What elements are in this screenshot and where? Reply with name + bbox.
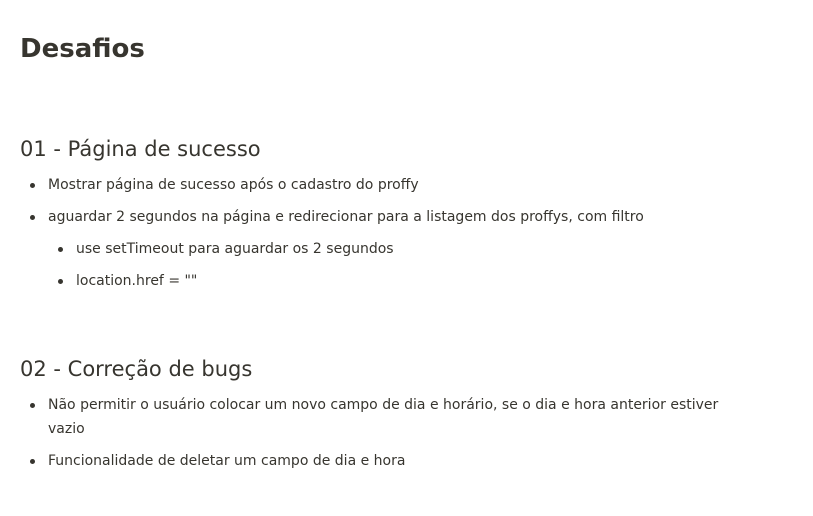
list-item-text: Não permitir o usuário colocar um novo c… <box>48 397 719 437</box>
bullet-icon <box>58 247 63 252</box>
list-item-text: aguardar 2 segundos na página e redireci… <box>48 209 644 225</box>
list-item-text: Mostrar página de sucesso após o cadastr… <box>48 177 419 193</box>
section-heading-pagina-de-sucesso: 01 - Página de sucesso <box>20 137 261 161</box>
section-heading-correcao-de-bugs: 02 - Correção de bugs <box>20 357 253 381</box>
list-item-text: Funcionalidade de deletar um campo de di… <box>48 453 406 469</box>
list-item-text: use setTimeout para aguardar os 2 segund… <box>76 241 394 257</box>
page-title: Desafios <box>20 34 145 64</box>
bullet-icon <box>30 215 35 220</box>
bullet-icon <box>30 403 35 408</box>
list-item-text: location.href = "" <box>76 273 198 289</box>
bullet-icon <box>58 279 63 284</box>
bullet-icon <box>30 459 35 464</box>
list-item: Não permitir o usuário colocar um novo c… <box>20 393 740 441</box>
bullet-icon <box>30 183 35 188</box>
